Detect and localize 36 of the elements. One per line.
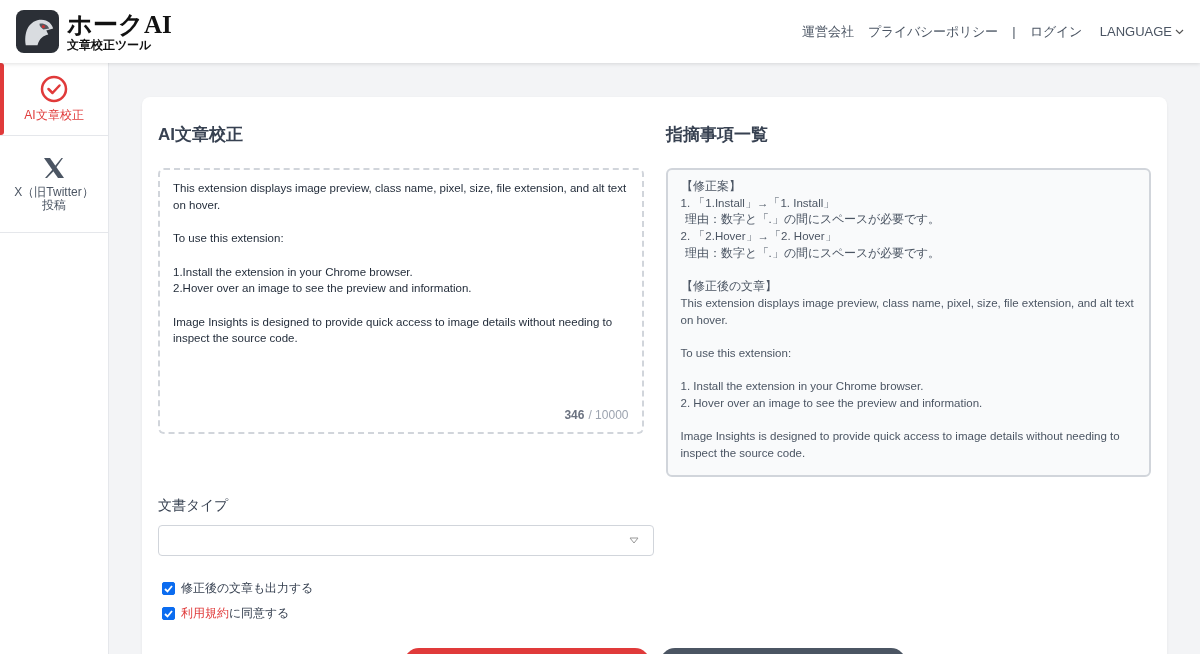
text-area-field[interactable] bbox=[158, 168, 644, 434]
section-title: AI文章校正 bbox=[158, 124, 244, 146]
hawk-logo-icon[interactable] bbox=[16, 10, 59, 53]
sidebar-item[interactable]: AI文章校正 bbox=[0, 63, 108, 136]
language-menu[interactable]: LANGUAGE bbox=[1099, 24, 1184, 39]
terms-link[interactable]: 利用規約 bbox=[181, 605, 229, 622]
character-limit: / 10000 bbox=[588, 408, 629, 422]
chevron-down-icon bbox=[1175, 28, 1184, 35]
section-title: 指摘事項一覧 bbox=[665, 124, 769, 146]
result-text: Image Insights is designed to provide quick access to image details without needing to inspect the source code. bbox=[680, 429, 1121, 462]
checkbox-label: に同意する bbox=[229, 605, 289, 622]
result-text: 【修正後の文章】 bbox=[680, 279, 778, 295]
field-label: 文書タイプ bbox=[158, 497, 230, 515]
checkbox[interactable] bbox=[162, 607, 175, 620]
nav-link[interactable]: 運営会社 bbox=[802, 22, 855, 41]
result-text: 1. 「1.Install」→「1. Install」 bbox=[680, 195, 837, 211]
result-text: 理由：数字と「.」の間にスペースが必要です。 bbox=[683, 212, 941, 228]
nav-link[interactable]: ログイン bbox=[1029, 22, 1082, 41]
result-text: 理由：数字と「.」の間にスペースが必要です。 bbox=[683, 245, 941, 261]
logo-subtitle: 文章校正ツール bbox=[67, 39, 152, 51]
sidebar-item[interactable]: X（旧Twitter）投稿 bbox=[0, 136, 108, 233]
input-text: This extension displays image preview, class name, pixel, size, file extension, and alt text on hover. To use this extension: 1.Install the extension in your Chrome browser. 2.Hover over an image to see the preview and information. Image Insights is designed to provide quick access to image details without needing to inspect the source code. bbox=[173, 181, 628, 347]
checkbox[interactable] bbox=[162, 582, 175, 595]
x-logo-icon bbox=[42, 155, 66, 180]
character-count: 346 bbox=[564, 408, 585, 422]
nav-link[interactable]: プライバシーポリシー bbox=[868, 22, 999, 41]
result-text: 【修正案】 bbox=[680, 179, 742, 194]
checkbox-label: 修正後の文章も出力する bbox=[181, 580, 313, 597]
result-text: 1. Install the extension in your Chrome browser. 2. Hover over an image to see the preview and information. bbox=[680, 379, 984, 412]
nav-link[interactable]: | bbox=[1012, 24, 1016, 39]
logo-title: ホークAI bbox=[67, 12, 172, 37]
result-text: To use this extension: bbox=[680, 346, 793, 361]
result-text: 2. 「2.Hover」→「2. Hover」 bbox=[680, 229, 838, 245]
dropdown-triangle-icon bbox=[629, 537, 639, 544]
result-text: This extension displays image preview, class name, pixel, size, file extension, and alt text on hover. bbox=[680, 295, 1135, 328]
check-circle-icon bbox=[40, 75, 68, 104]
